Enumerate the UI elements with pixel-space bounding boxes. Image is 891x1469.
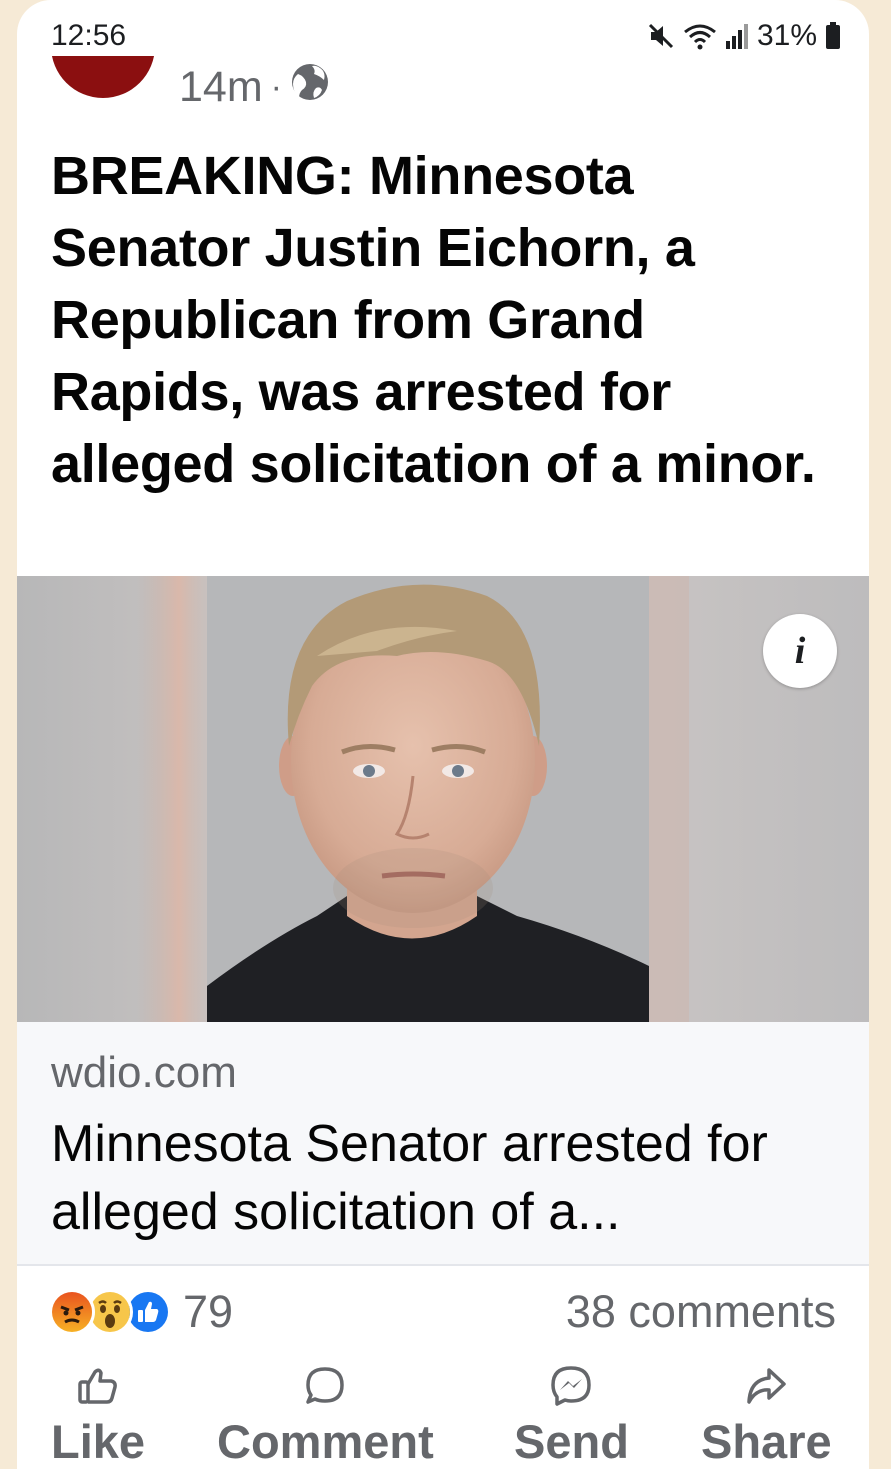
link-preview[interactable]: wdio.com Minnesota Senator arrested for … (17, 1022, 869, 1266)
battery-percent: 31% (756, 19, 817, 52)
battery-icon (825, 22, 841, 50)
page-avatar[interactable] (51, 56, 155, 98)
thumbs-up-icon (76, 1360, 120, 1412)
mute-icon (647, 22, 675, 50)
share-button[interactable]: Share (701, 1360, 832, 1469)
globe-icon (290, 62, 330, 113)
info-button[interactable]: i (763, 614, 837, 688)
post-meta: 14m · (179, 62, 330, 113)
link-title: Minnesota Senator arrested for alleged s… (51, 1115, 768, 1241)
like-button[interactable]: Like (51, 1360, 145, 1469)
post-photo[interactable] (17, 576, 869, 1022)
share-label: Share (701, 1415, 832, 1468)
reactions-summary[interactable]: 79 (49, 1286, 233, 1338)
like-label: Like (51, 1415, 146, 1468)
status-time: 12:56 (51, 19, 127, 52)
action-bar: Like Comment Send Share (17, 1360, 869, 1469)
meta-separator: · (270, 68, 282, 106)
link-domain: wdio.com (51, 1048, 237, 1097)
comment-button[interactable]: Comment (217, 1360, 434, 1469)
comment-label: Comment (217, 1415, 434, 1468)
post-card: 12:56 31% 14m · BREAKING: Minnesota Sena… (17, 0, 869, 1469)
post-headline: BREAKING: Minnesota Senator Justin Eicho… (51, 146, 816, 494)
share-icon (744, 1360, 788, 1412)
post-time[interactable]: 14m (179, 63, 263, 112)
reaction-count: 79 (183, 1286, 234, 1337)
messenger-icon (549, 1360, 593, 1412)
send-label: Send (514, 1415, 629, 1468)
wifi-icon (683, 22, 717, 50)
angry-reaction-icon (49, 1289, 95, 1335)
signal-icon (725, 23, 749, 49)
status-icons: 31% (647, 19, 841, 53)
comments-count[interactable]: 38 comments (566, 1286, 836, 1338)
comment-icon (303, 1360, 347, 1412)
send-button[interactable]: Send (514, 1360, 629, 1469)
